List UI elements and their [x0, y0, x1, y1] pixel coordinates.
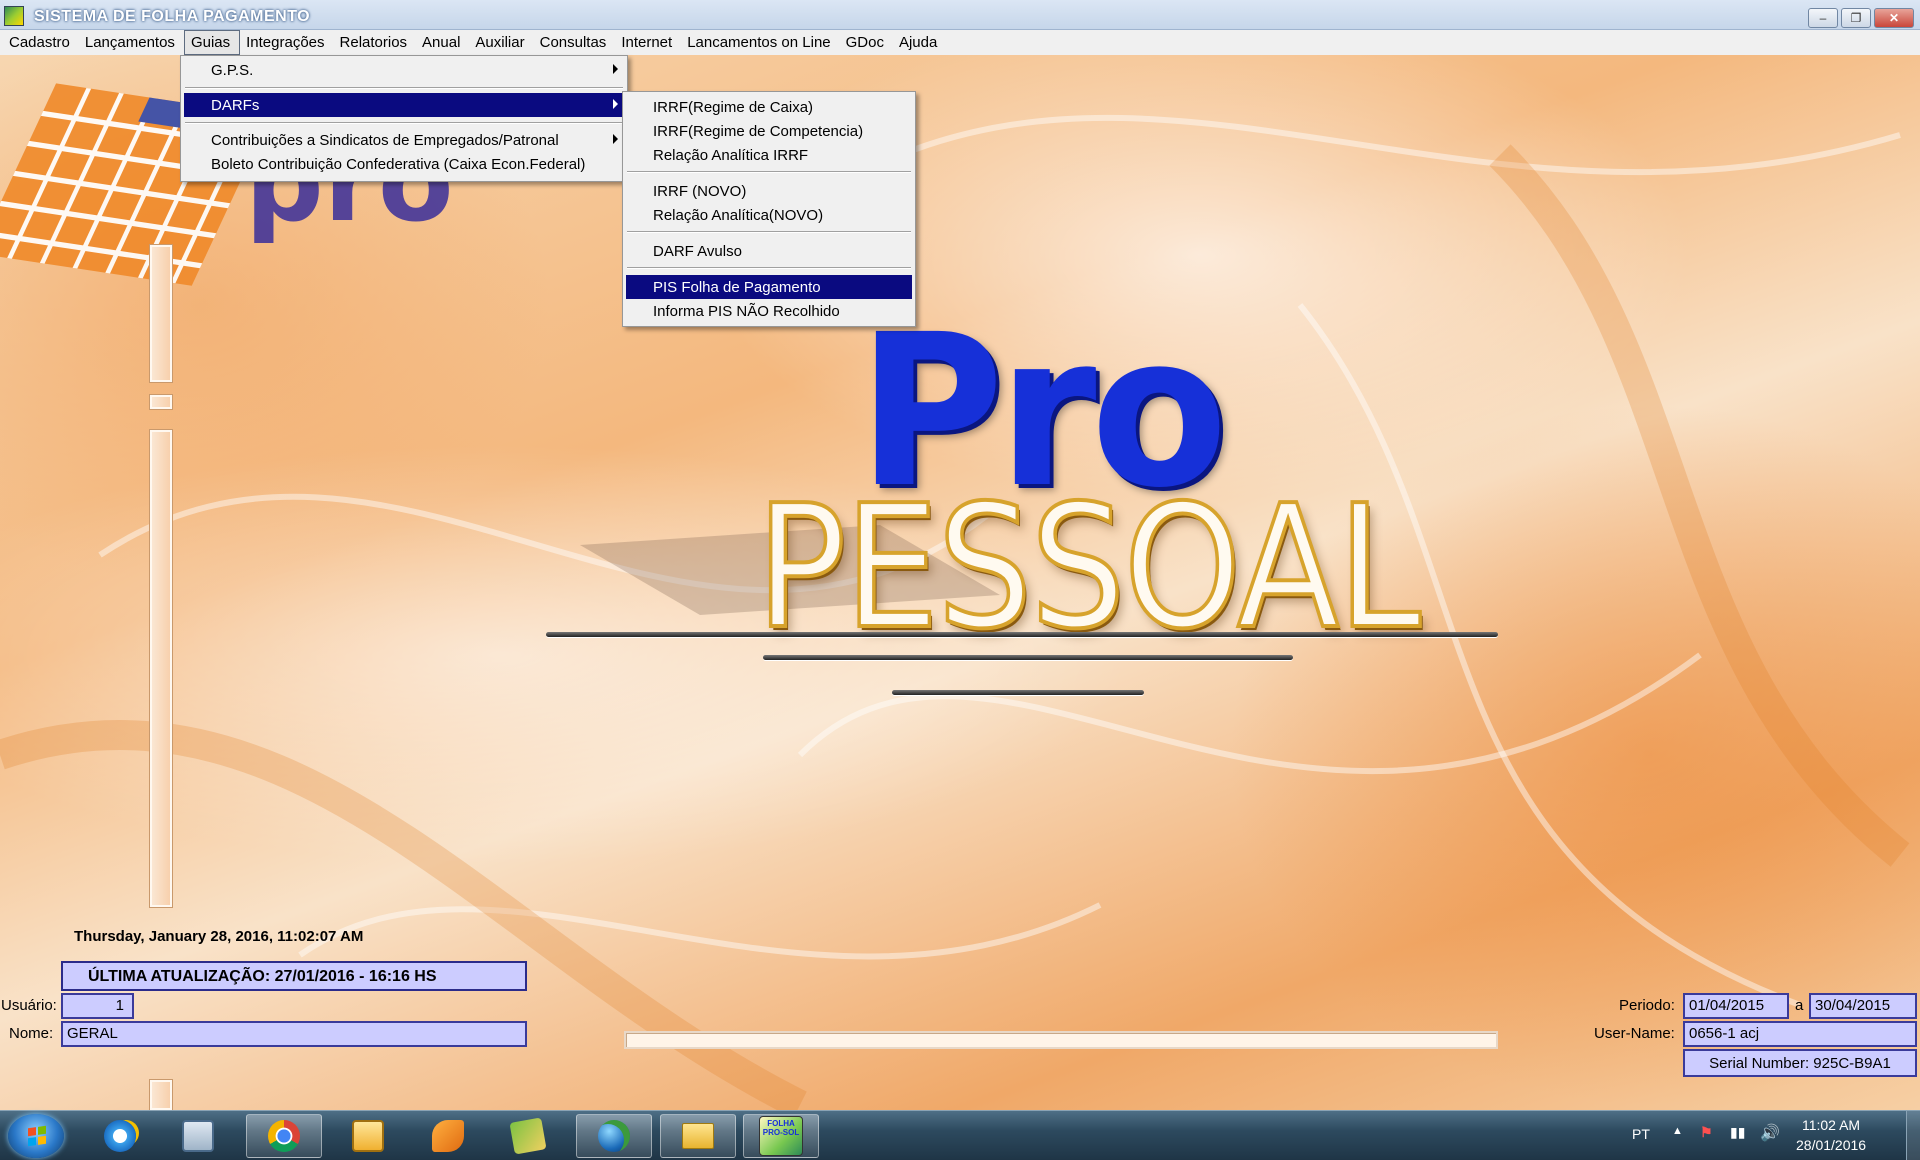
periodo-start-field[interactable]: 01/04/2015 [1683, 993, 1789, 1019]
folha-app-label: FOLHA PRO-SOL [762, 1119, 800, 1137]
menu-separator [185, 87, 623, 89]
logo-underline-3 [892, 690, 1144, 695]
menu-separator [627, 231, 911, 233]
periodo-end-field[interactable]: 30/04/2015 [1809, 993, 1917, 1019]
menu-item-gps-label: G.P.S. [211, 62, 254, 79]
menu-separator [185, 122, 623, 124]
side-bar-main [150, 430, 172, 907]
menu-item-informa-pis[interactable]: Informa PIS NÃO Recolhido [626, 299, 912, 323]
submenu-arrow-icon [613, 99, 618, 109]
menu-item-contribuicoes[interactable]: Contribuições a Sindicatos de Empregados… [184, 128, 624, 152]
serial-number-field: Serial Number: 925C-B9A1 [1683, 1049, 1917, 1077]
guias-dropdown: G.P.S. DARFs Contribuições a Sindicatos … [180, 55, 628, 182]
taskbar-globe[interactable] [576, 1114, 652, 1158]
windows-logo-icon [28, 1125, 46, 1147]
nome-label: Nome: [9, 1025, 54, 1042]
show-hidden-icons-icon[interactable]: ▲ [1672, 1125, 1683, 1137]
menu-item-darf-avulso[interactable]: DARF Avulso [626, 239, 912, 263]
menu-integracoes[interactable]: Integrações [240, 30, 333, 55]
side-bar-top [150, 245, 172, 382]
window-title: SISTEMA DE FOLHA PAGAMENTO [34, 8, 311, 25]
title-bar: SISTEMA DE FOLHA PAGAMENTO – ❐ ✕ [0, 0, 1920, 30]
taskbar-app-fox[interactable] [410, 1114, 486, 1158]
clock-date: 28/01/2016 [1796, 1137, 1867, 1153]
chrome-icon [268, 1120, 300, 1152]
action-center-flag-icon[interactable]: ⚑ [1700, 1124, 1713, 1141]
menu-bar: Cadastro Lançamentos Guias Integrações R… [0, 30, 1920, 55]
menu-anual[interactable]: Anual [416, 30, 469, 55]
menu-item-boleto[interactable]: Boleto Contribuição Confederativa (Caixa… [184, 152, 624, 176]
menu-consultas[interactable]: Consultas [534, 30, 616, 55]
submenu-arrow-icon [613, 64, 618, 74]
taskbar-chrome[interactable] [246, 1114, 322, 1158]
media-player-icon [182, 1120, 214, 1152]
logo-pessoal: PESSOAL [754, 469, 1422, 667]
volume-icon[interactable]: 🔊 [1760, 1123, 1780, 1143]
start-button[interactable] [8, 1114, 64, 1158]
document-icon [509, 1117, 547, 1155]
menu-auxiliar[interactable]: Auxiliar [469, 30, 533, 55]
menu-item-relacao-novo[interactable]: Relação Analítica(NOVO) [626, 203, 912, 227]
usuario-label: Usuário: [1, 997, 57, 1014]
periodo-separator: a [1795, 997, 1804, 1014]
menu-item-relacao-irrf[interactable]: Relação Analítica IRRF [626, 143, 912, 167]
menu-item-contribuicoes-label: Contribuições a Sindicatos de Empregados… [211, 132, 559, 149]
folha-app-icon: FOLHA PRO-SOL [759, 1116, 803, 1156]
menu-item-irrf-competencia[interactable]: IRRF(Regime de Competencia) [626, 119, 912, 143]
menu-item-irrf-caixa[interactable]: IRRF(Regime de Caixa) [626, 95, 912, 119]
taskbar-folha-pagamento[interactable]: FOLHA PRO-SOL [743, 1114, 819, 1158]
menu-relatorios[interactable]: Relatorios [334, 30, 417, 55]
main-background: pro Pro PESSOAL [0, 55, 1920, 1110]
restore-button[interactable]: ❐ [1841, 8, 1871, 28]
taskbar-file-explorer[interactable] [660, 1114, 736, 1158]
logo-underline-1 [546, 632, 1498, 637]
clock-time: 11:02 AM [1801, 1117, 1861, 1133]
menu-item-boleto-label: Boleto Contribuição Confederativa (Caixa… [211, 156, 586, 173]
menu-item-pis-folha[interactable]: PIS Folha de Pagamento [626, 275, 912, 299]
system-clock[interactable]: 11:02 AM 28/01/2016 [1796, 1115, 1866, 1155]
fox-icon [432, 1120, 464, 1152]
menu-gdoc[interactable]: GDoc [840, 30, 893, 55]
menu-separator [627, 171, 911, 173]
submenu-arrow-icon [613, 134, 618, 144]
progress-bar [624, 1031, 1498, 1049]
app-icon[interactable] [4, 6, 24, 26]
show-desktop-button[interactable] [1906, 1111, 1920, 1160]
mail-icon [352, 1120, 384, 1152]
folder-icon [682, 1123, 714, 1149]
darfs-submenu: IRRF(Regime de Caixa) IRRF(Regime de Com… [622, 91, 916, 327]
menu-cadastro[interactable]: Cadastro [3, 30, 79, 55]
nome-field[interactable]: GERAL [61, 1021, 527, 1047]
menu-separator [627, 267, 911, 269]
username-label: User-Name: [1594, 1025, 1675, 1042]
menu-lancamentos-online[interactable]: Lancamentos on Line [681, 30, 839, 55]
side-bar-bottom [150, 1080, 172, 1110]
usuario-field[interactable]: 1 [61, 993, 134, 1019]
username-field[interactable]: 0656-1 acj [1683, 1021, 1917, 1047]
last-update-banner: ÚLTIMA ATUALIZAÇÃO: 27/01/2016 - 16:16 H… [61, 961, 527, 991]
taskbar-outlook[interactable] [330, 1114, 406, 1158]
menu-item-darfs[interactable]: DARFs [184, 93, 624, 117]
globe-icon [598, 1120, 630, 1152]
menu-item-irrf-novo[interactable]: IRRF (NOVO) [626, 179, 912, 203]
taskbar-app-green[interactable] [490, 1114, 566, 1158]
taskbar-media-player[interactable] [160, 1114, 236, 1158]
internet-explorer-icon [104, 1120, 136, 1152]
minimize-button[interactable]: – [1808, 8, 1838, 28]
side-bar-small [150, 395, 172, 409]
network-icon[interactable]: ▮▮ [1730, 1124, 1745, 1141]
logo-underline-2 [763, 655, 1293, 660]
menu-item-darfs-label: DARFs [211, 97, 260, 114]
menu-lancamentos[interactable]: Lançamentos [79, 30, 184, 55]
taskbar-internet-explorer[interactable] [82, 1114, 158, 1158]
menu-item-gps[interactable]: G.P.S. [184, 58, 624, 82]
current-datetime: Thursday, January 28, 2016, 11:02:07 AM [74, 928, 364, 945]
close-button[interactable]: ✕ [1874, 8, 1914, 28]
menu-guias[interactable]: Guias [183, 30, 241, 55]
periodo-label: Periodo: [1619, 997, 1675, 1014]
menu-internet[interactable]: Internet [615, 30, 681, 55]
taskbar: FOLHA PRO-SOL PT ▲ ⚑ ▮▮ 🔊 11:02 AM 28/01… [0, 1110, 1920, 1160]
language-indicator[interactable]: PT [1632, 1126, 1650, 1142]
menu-ajuda[interactable]: Ajuda [893, 30, 946, 55]
